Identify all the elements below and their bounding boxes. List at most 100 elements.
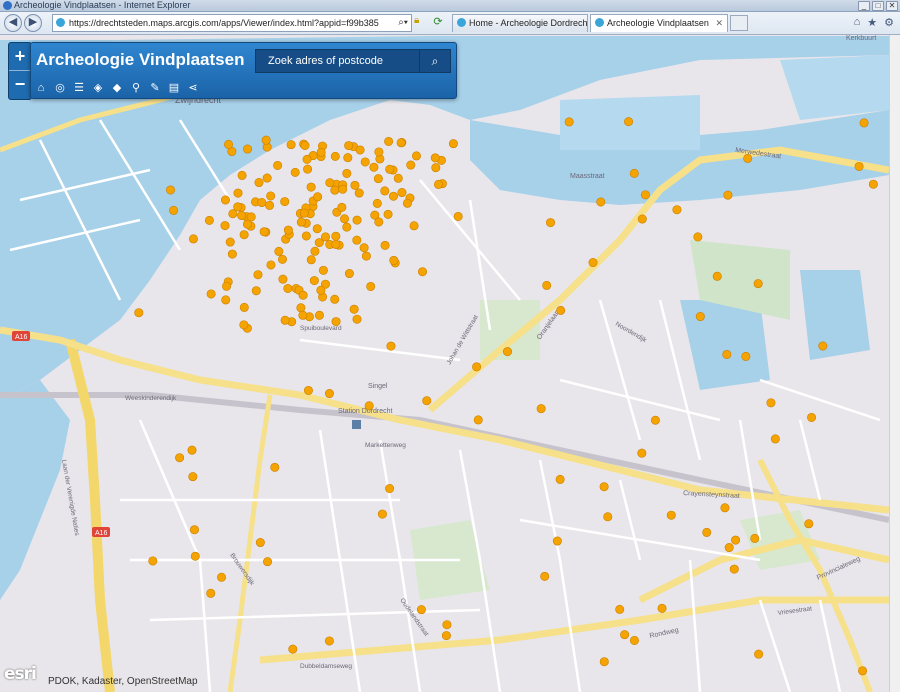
vindplaats-marker[interactable]: [389, 191, 399, 201]
vindplaats-marker[interactable]: [255, 538, 265, 548]
vindplaats-marker[interactable]: [262, 173, 272, 183]
vindplaats-marker[interactable]: [383, 209, 393, 219]
vindplaats-marker[interactable]: [859, 118, 869, 128]
vindplaats-marker[interactable]: [227, 249, 237, 259]
settings-gear-icon[interactable]: ⚙: [884, 16, 894, 29]
tab-home-archeologie[interactable]: Home - Archeologie Dordrecht: [452, 14, 588, 32]
vindplaats-marker[interactable]: [316, 147, 326, 157]
vindplaats-marker[interactable]: [712, 271, 722, 281]
vindplaats-marker[interactable]: [555, 474, 565, 484]
vindplaats-marker[interactable]: [273, 160, 283, 170]
vindplaats-marker[interactable]: [342, 222, 352, 232]
vindplaats-marker[interactable]: [434, 179, 444, 189]
vindplaats-marker[interactable]: [472, 362, 482, 372]
vindplaats-marker[interactable]: [364, 401, 374, 411]
vindplaats-marker[interactable]: [283, 225, 293, 235]
vindplaats-marker[interactable]: [306, 255, 316, 265]
measure-icon[interactable]: ⚲: [128, 80, 144, 96]
vindplaats-marker[interactable]: [261, 135, 271, 145]
vindplaats-marker[interactable]: [278, 274, 288, 284]
edit-icon[interactable]: ✎: [147, 80, 163, 96]
vindplaats-marker[interactable]: [858, 666, 868, 676]
vindplaats-marker[interactable]: [306, 182, 316, 192]
refresh-icon[interactable]: ⟳: [430, 14, 446, 30]
vindplaats-marker[interactable]: [397, 188, 407, 198]
address-bar[interactable]: https://drechtsteden.maps.arcgis.com/app…: [52, 14, 412, 32]
vindplaats-marker[interactable]: [352, 215, 362, 225]
vindplaats-marker[interactable]: [352, 235, 362, 245]
vindplaats-marker[interactable]: [536, 404, 546, 414]
vindplaats-marker[interactable]: [259, 227, 269, 237]
vindplaats-marker[interactable]: [546, 218, 556, 228]
list-icon[interactable]: ☰: [71, 80, 87, 96]
vindplaats-marker[interactable]: [723, 190, 733, 200]
vindplaats-marker[interactable]: [189, 525, 199, 535]
vindplaats-marker[interactable]: [380, 240, 390, 250]
vindplaats-marker[interactable]: [409, 221, 419, 231]
vindplaats-marker[interactable]: [299, 208, 309, 218]
vindplaats-marker[interactable]: [818, 341, 828, 351]
vindplaats-marker[interactable]: [502, 347, 512, 357]
vindplaats-marker[interactable]: [804, 519, 814, 529]
search-input[interactable]: [256, 50, 428, 72]
vindplaats-marker[interactable]: [722, 349, 732, 359]
vindplaats-marker[interactable]: [629, 635, 639, 645]
vindplaats-marker[interactable]: [374, 217, 384, 227]
vindplaats-marker[interactable]: [331, 239, 341, 249]
share-icon[interactable]: ⋖: [185, 80, 201, 96]
vindplaats-marker[interactable]: [280, 315, 290, 325]
vindplaats-marker[interactable]: [384, 136, 394, 146]
home-page-icon[interactable]: ⌂: [854, 16, 861, 29]
vindplaats-marker[interactable]: [350, 180, 360, 190]
vindplaats-marker[interactable]: [355, 145, 365, 155]
vindplaats-marker[interactable]: [693, 232, 703, 242]
vindplaats-marker[interactable]: [753, 279, 763, 289]
page-scrollbar[interactable]: [889, 35, 900, 692]
vindplaats-marker[interactable]: [603, 512, 613, 522]
vindplaats-marker[interactable]: [239, 230, 249, 240]
vindplaats-marker[interactable]: [175, 453, 185, 463]
vindplaats-marker[interactable]: [724, 543, 734, 553]
new-tab-button[interactable]: [730, 15, 748, 31]
vindplaats-marker[interactable]: [300, 141, 310, 151]
vindplaats-marker[interactable]: [343, 153, 353, 163]
vindplaats-marker[interactable]: [340, 214, 350, 224]
vindplaats-marker[interactable]: [301, 231, 311, 241]
vindplaats-marker[interactable]: [243, 144, 253, 154]
vindplaats-marker[interactable]: [729, 564, 739, 574]
vindplaats-marker[interactable]: [303, 164, 313, 174]
vindplaats-marker[interactable]: [242, 219, 252, 229]
vindplaats-marker[interactable]: [239, 302, 249, 312]
close-tab-icon[interactable]: ✕: [715, 15, 723, 32]
vindplaats-marker[interactable]: [373, 174, 383, 184]
vindplaats-marker[interactable]: [393, 173, 403, 183]
search-button[interactable]: ⌕: [419, 50, 450, 72]
vindplaats-marker[interactable]: [359, 243, 369, 253]
vindplaats-marker[interactable]: [206, 289, 216, 299]
vindplaats-marker[interactable]: [770, 434, 780, 444]
vindplaats-marker[interactable]: [377, 509, 387, 519]
vindplaats-marker[interactable]: [380, 186, 390, 196]
vindplaats-marker[interactable]: [257, 198, 267, 208]
vindplaats-marker[interactable]: [148, 556, 158, 566]
vindplaats-marker[interactable]: [366, 281, 376, 291]
vindplaats-marker[interactable]: [672, 205, 682, 215]
vindplaats-marker[interactable]: [666, 510, 676, 520]
vindplaats-marker[interactable]: [695, 312, 705, 322]
minimize-button[interactable]: _: [858, 1, 870, 11]
vindplaats-marker[interactable]: [637, 448, 647, 458]
vindplaats-marker[interactable]: [220, 221, 230, 231]
vindplaats-marker[interactable]: [369, 162, 379, 172]
vindplaats-marker[interactable]: [324, 636, 334, 646]
vindplaats-marker[interactable]: [650, 415, 660, 425]
vindplaats-marker[interactable]: [629, 168, 639, 178]
close-window-button[interactable]: ✕: [886, 1, 898, 11]
vindplaats-marker[interactable]: [441, 631, 451, 641]
vindplaats-marker[interactable]: [165, 185, 175, 195]
vindplaats-marker[interactable]: [324, 389, 334, 399]
vindplaats-marker[interactable]: [263, 557, 273, 567]
vindplaats-marker[interactable]: [620, 630, 630, 640]
vindplaats-marker[interactable]: [298, 290, 308, 300]
vindplaats-marker[interactable]: [188, 234, 198, 244]
vindplaats-marker[interactable]: [599, 482, 609, 492]
